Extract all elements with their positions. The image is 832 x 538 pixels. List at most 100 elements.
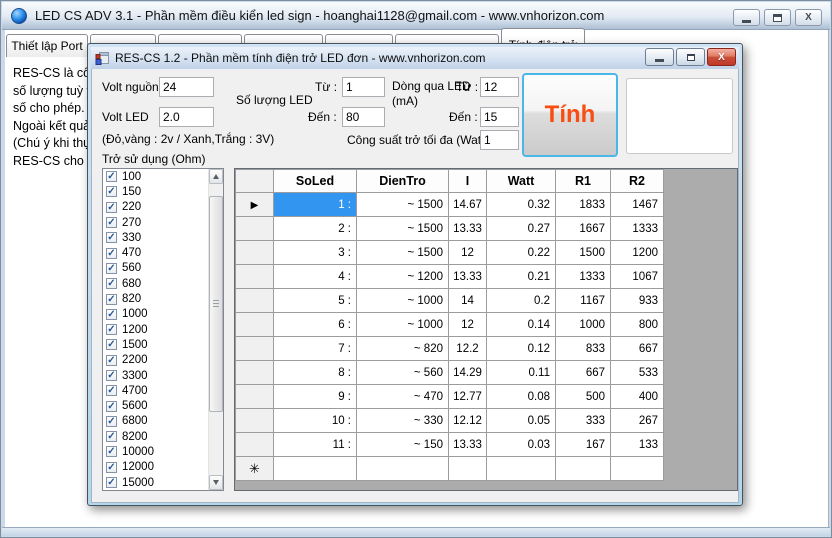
table-cell[interactable]: 1167 [556, 289, 611, 313]
row-header[interactable] [236, 409, 274, 433]
row-header[interactable] [236, 337, 274, 361]
table-cell[interactable]: 0.22 [487, 241, 556, 265]
row-header[interactable] [236, 217, 274, 241]
checkbox-checked-icon[interactable]: ✓ [106, 186, 117, 197]
resistor-item[interactable]: ✓10000 [103, 444, 223, 459]
table-cell[interactable]: 12 [449, 313, 487, 337]
cong-suat-input[interactable] [480, 130, 519, 150]
minimize-button[interactable] [733, 9, 760, 26]
table-cell[interactable]: 1000 [556, 313, 611, 337]
table-cell[interactable]: 14.67 [449, 193, 487, 217]
dong-qua-tu-input[interactable] [480, 77, 519, 97]
resistor-item[interactable]: ✓470 [103, 245, 223, 260]
scroll-up-button[interactable] [209, 169, 223, 184]
resistor-item[interactable]: ✓2200 [103, 353, 223, 368]
table-cell[interactable] [449, 457, 487, 481]
table-cell[interactable]: 13.33 [449, 265, 487, 289]
checkbox-checked-icon[interactable]: ✓ [106, 385, 117, 396]
table-cell[interactable]: 12.77 [449, 385, 487, 409]
table-cell[interactable]: ~ 470 [357, 385, 449, 409]
resistor-item[interactable]: ✓1500 [103, 337, 223, 352]
table-cell[interactable]: 1500 [556, 241, 611, 265]
new-row-header[interactable]: ✳ [236, 457, 274, 481]
dialog-minimize-button[interactable] [645, 48, 674, 66]
resistor-item[interactable]: ✓100 [103, 169, 223, 184]
resistor-item[interactable]: ✓6800 [103, 414, 223, 429]
table-cell[interactable]: 1667 [556, 217, 611, 241]
table-cell[interactable]: 0.21 [487, 265, 556, 289]
table-cell[interactable]: 1 : [274, 193, 357, 217]
row-header[interactable] [236, 241, 274, 265]
table-cell[interactable]: 10 : [274, 409, 357, 433]
table-cell[interactable]: 14 [449, 289, 487, 313]
table-cell[interactable]: 0.27 [487, 217, 556, 241]
table-cell[interactable]: 3 : [274, 241, 357, 265]
resistor-item[interactable]: ✓220 [103, 200, 223, 215]
table-cell[interactable]: 0.14 [487, 313, 556, 337]
checkbox-checked-icon[interactable]: ✓ [106, 217, 117, 228]
table-cell[interactable]: 0.2 [487, 289, 556, 313]
table-cell[interactable]: 12.2 [449, 337, 487, 361]
table-cell[interactable]: 1333 [556, 265, 611, 289]
checkbox-checked-icon[interactable]: ✓ [106, 294, 117, 305]
so-luong-tu-input[interactable] [342, 77, 385, 97]
table-cell[interactable] [274, 457, 357, 481]
column-header[interactable]: R1 [556, 170, 611, 193]
volt-nguon-input[interactable] [159, 77, 214, 97]
resistor-item[interactable]: ✓820 [103, 291, 223, 306]
table-cell[interactable]: 2 : [274, 217, 357, 241]
table-cell[interactable]: ~ 330 [357, 409, 449, 433]
table-cell[interactable]: 1067 [611, 265, 664, 289]
resistor-item[interactable]: ✓12000 [103, 460, 223, 475]
resistor-item[interactable]: ✓1200 [103, 322, 223, 337]
table-cell[interactable]: 1833 [556, 193, 611, 217]
column-header[interactable]: DienTro [357, 170, 449, 193]
checkbox-checked-icon[interactable]: ✓ [106, 401, 117, 412]
resistor-item[interactable]: ✓5600 [103, 398, 223, 413]
table-cell[interactable]: 13.33 [449, 217, 487, 241]
row-header[interactable] [236, 385, 274, 409]
table-cell[interactable]: 9 : [274, 385, 357, 409]
table-cell[interactable]: ~ 1000 [357, 313, 449, 337]
resistor-item[interactable]: ✓150 [103, 184, 223, 199]
column-header[interactable]: R2 [611, 170, 664, 193]
resistor-item[interactable]: ✓8200 [103, 429, 223, 444]
table-cell[interactable]: 500 [556, 385, 611, 409]
table-cell[interactable]: ~ 1000 [357, 289, 449, 313]
scroll-down-button[interactable] [209, 475, 223, 490]
table-cell[interactable]: 1467 [611, 193, 664, 217]
table-cell[interactable]: ~ 150 [357, 433, 449, 457]
table-cell[interactable] [556, 457, 611, 481]
table-cell[interactable]: 1200 [611, 241, 664, 265]
table-cell[interactable]: 133 [611, 433, 664, 457]
column-header[interactable]: Watt [487, 170, 556, 193]
close-button[interactable]: X [795, 9, 822, 26]
table-cell[interactable]: 7 : [274, 337, 357, 361]
checkbox-checked-icon[interactable]: ✓ [106, 232, 117, 243]
table-cell[interactable]: 833 [556, 337, 611, 361]
table-cell[interactable]: ~ 1200 [357, 265, 449, 289]
table-cell[interactable]: 12 [449, 241, 487, 265]
dong-qua-den-input[interactable] [480, 107, 519, 127]
table-cell[interactable]: 167 [556, 433, 611, 457]
row-header[interactable] [236, 433, 274, 457]
table-cell[interactable]: 11 : [274, 433, 357, 457]
column-header[interactable]: SoLed [274, 170, 357, 193]
resistor-item[interactable]: ✓4700 [103, 383, 223, 398]
table-cell[interactable] [357, 457, 449, 481]
table-cell[interactable]: 4 : [274, 265, 357, 289]
grid-corner-header[interactable] [236, 170, 274, 193]
table-cell[interactable] [487, 457, 556, 481]
table-cell[interactable]: 6 : [274, 313, 357, 337]
checkbox-checked-icon[interactable]: ✓ [106, 370, 117, 381]
checkbox-checked-icon[interactable]: ✓ [106, 339, 117, 350]
table-cell[interactable]: 14.29 [449, 361, 487, 385]
checkbox-checked-icon[interactable]: ✓ [106, 462, 117, 473]
table-cell[interactable]: 0.08 [487, 385, 556, 409]
checkbox-checked-icon[interactable]: ✓ [106, 309, 117, 320]
table-cell[interactable]: ~ 1500 [357, 193, 449, 217]
table-cell[interactable]: 0.03 [487, 433, 556, 457]
resistor-item[interactable]: ✓680 [103, 276, 223, 291]
table-cell[interactable]: 933 [611, 289, 664, 313]
so-luong-den-input[interactable] [342, 107, 385, 127]
